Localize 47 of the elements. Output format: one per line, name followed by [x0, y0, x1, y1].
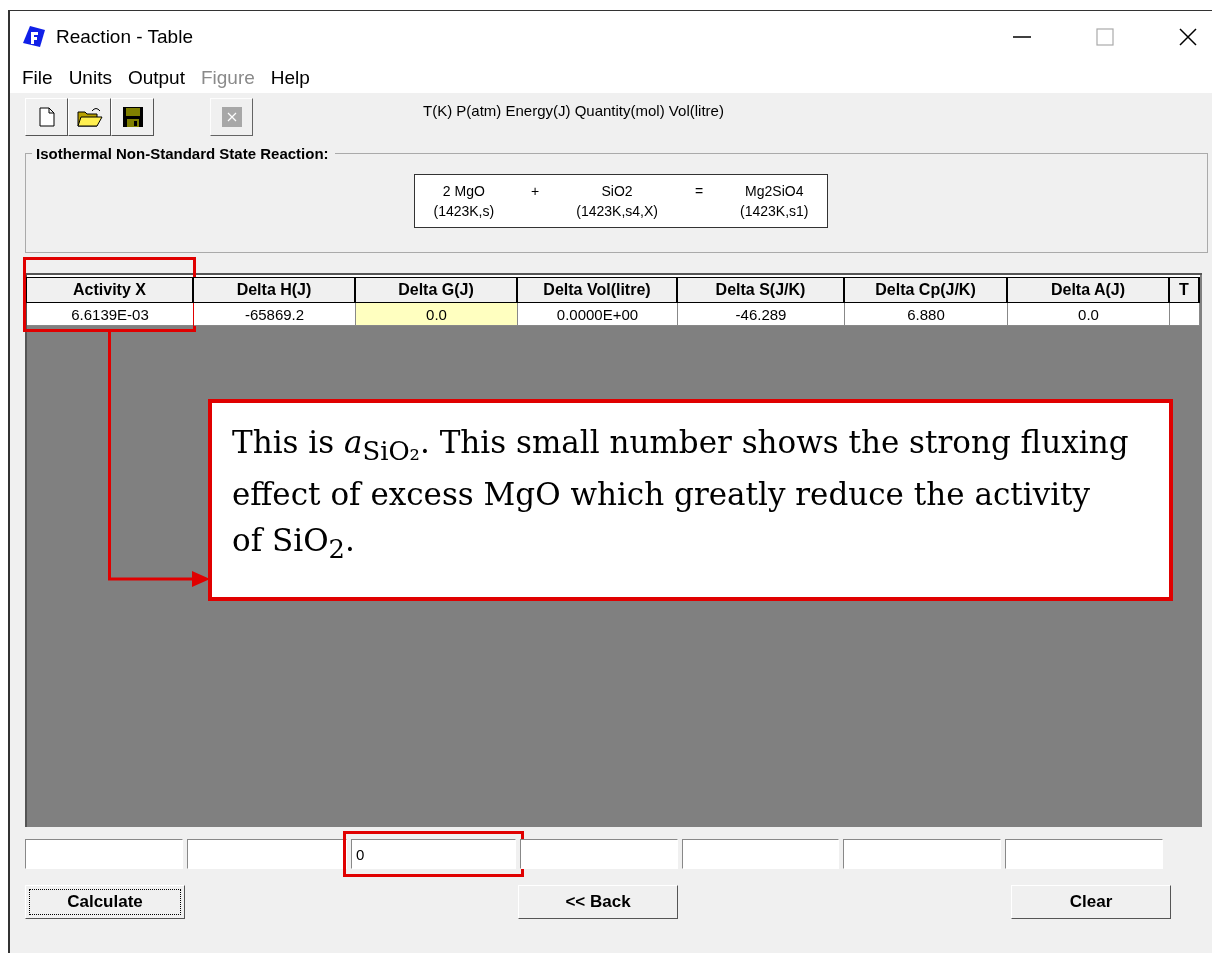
open-folder-button[interactable]: [68, 98, 111, 136]
callout-text: This is a$_{SiO₂}$. This small number shows the strong fluxing effect of excess MgO which greatly reduce the activity of SiO$_{2}$.: [208, 399, 1173, 601]
formula: 2 MgO: [442, 183, 485, 199]
units-label: T(K) P(atm) Energy(J) Quantity(mol) Vol(litre): [423, 101, 724, 119]
window-title: Reaction - Table: [56, 26, 193, 48]
input-field[interactable]: [520, 839, 678, 869]
table-cell: 0.0000E+00: [518, 303, 678, 326]
input-field[interactable]: [1005, 839, 1163, 869]
table-cell: 6.880: [845, 303, 1008, 326]
column-header: Delta Cp(J/K): [844, 277, 1008, 303]
column-header: Delta A(J): [1007, 277, 1170, 303]
input-field[interactable]: [843, 839, 1001, 869]
formula: SiO2: [601, 183, 633, 199]
menu-item[interactable]: Help: [270, 67, 310, 89]
action-button[interactable]: Calculate: [25, 885, 185, 919]
app-logo-icon: [22, 25, 46, 49]
operator: =: [694, 183, 704, 199]
new-file-button[interactable]: [25, 98, 68, 136]
column-header: T: [1169, 277, 1200, 303]
table-cell: 0.0: [1008, 303, 1170, 326]
close-icon: [221, 107, 242, 127]
table-cell: 0.0: [356, 303, 518, 326]
close-icon[interactable]: [1178, 27, 1198, 47]
table-cell: -46.289: [678, 303, 845, 326]
group-title: Isothermal Non-Standard State Reaction:: [35, 145, 330, 162]
input-field[interactable]: [187, 839, 347, 869]
column-header: Delta H(J): [193, 277, 356, 303]
action-button[interactable]: << Back: [518, 885, 678, 919]
save-button[interactable]: [111, 98, 154, 136]
phase-state: (1423K,s4,X): [576, 203, 658, 219]
column-header: Delta G(J): [355, 277, 518, 303]
input-field[interactable]: [682, 839, 839, 869]
column-header: Delta Vol(litre): [517, 277, 678, 303]
menu-item[interactable]: File: [22, 67, 53, 89]
new-file-icon: [37, 107, 56, 127]
folder-icon: [76, 106, 103, 128]
table-cell: -65869.2: [194, 303, 356, 326]
input-field[interactable]: [25, 839, 183, 869]
menu-item[interactable]: Output: [127, 67, 185, 89]
formula: Mg2SiO4: [745, 183, 804, 199]
menu-item[interactable]: Units: [68, 67, 112, 89]
column-header: Activity X: [26, 277, 194, 303]
action-button[interactable]: Clear: [1011, 885, 1171, 919]
operator: +: [531, 183, 540, 199]
column-header: Delta S(J/K): [677, 277, 845, 303]
phase-state: (1423K,s): [433, 203, 495, 219]
phase-state: (1423K,s1): [740, 203, 809, 219]
